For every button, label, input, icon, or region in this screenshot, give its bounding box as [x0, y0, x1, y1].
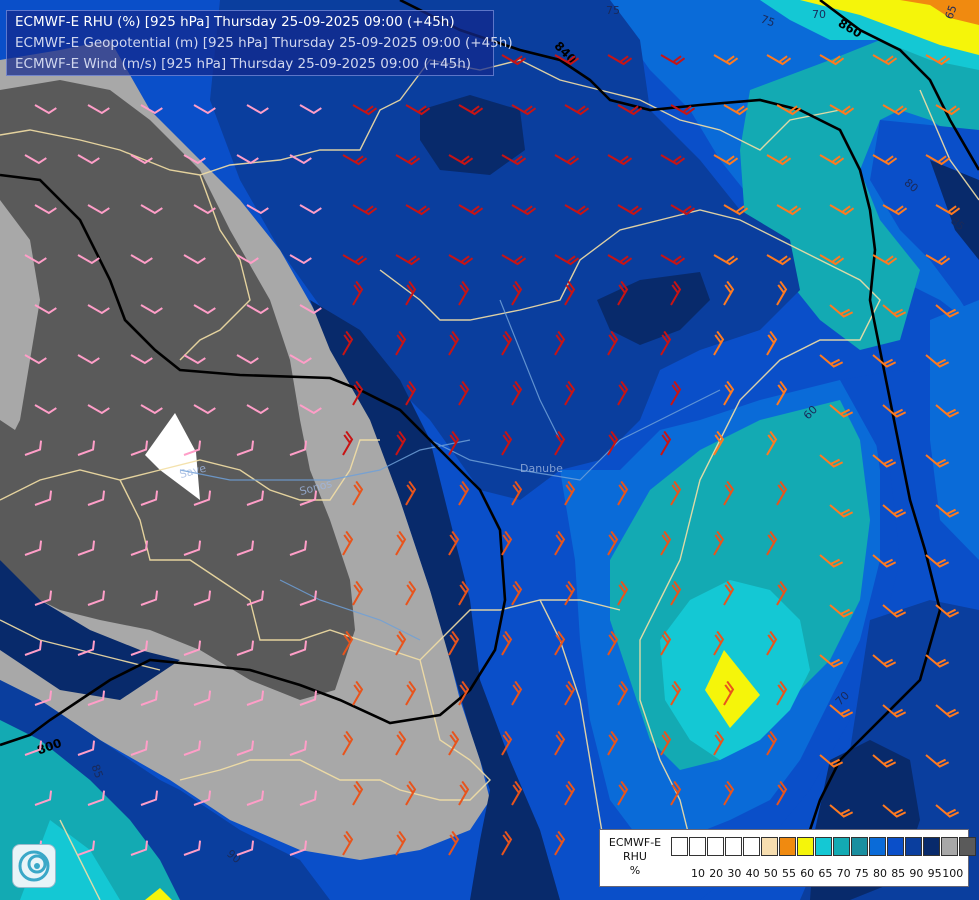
title-wind: ECMWF-E Wind (m/s) [925 hPa] Thursday 25… [15, 56, 472, 72]
legend-tick-label: 80 [873, 867, 887, 880]
legend-swatch [779, 837, 796, 856]
legend-swatch [797, 837, 814, 856]
legend-swatch [743, 837, 760, 856]
legend-swatch [689, 837, 706, 856]
legend-title-line2: RHU [623, 850, 647, 863]
legend-swatch [761, 837, 778, 856]
legend-title-line1: ECMWF-E [608, 836, 662, 849]
legend-tick-label: 30 [727, 867, 742, 880]
legend-swatch [887, 837, 904, 856]
legend-swatch [905, 837, 922, 856]
legend-tick-label: 10 [691, 867, 705, 880]
ecmwf-logo-icon [12, 844, 56, 888]
legend-tick-label: 70 [836, 867, 851, 880]
legend-swatch [815, 837, 832, 856]
legend-tick-label: 100 [942, 867, 964, 880]
legend-ticks: 10 20 30 40 50 55 60 65 70 75 80 85 90 95 100 [671, 867, 971, 881]
title-geopotential: ECMWF-E Geopotential (m) [925 hPa] Thurs… [15, 35, 513, 51]
title-rhu: ECMWF-E RHU (%) [925 hPa] Thursday 25-09… [15, 14, 455, 30]
river-label: Danube [520, 462, 563, 475]
rhu-map: 840 860 800 80 85 75 75 70 65 60 70 85 9… [0, 0, 979, 900]
legend-swatch [959, 837, 976, 856]
map-title-box: ECMWF-E RHU (%) [925 hPa] Thursday 25-09… [6, 10, 513, 76]
legend-swatch [851, 837, 868, 856]
legend-swatch [707, 837, 724, 856]
rh-label: 70 [812, 8, 826, 21]
legend-tick-label: 75 [854, 867, 869, 880]
legend-tick-label: 85 [891, 867, 906, 880]
legend-tick-label: 65 [818, 867, 833, 880]
legend-swatches [671, 837, 977, 856]
legend-tick-label: 95 [927, 867, 942, 880]
legend-tick-label: 40 [745, 867, 760, 880]
legend-tick-label: 90 [909, 867, 924, 880]
legend-tick-label: 55 [782, 867, 796, 880]
legend-swatch [923, 837, 940, 856]
legend-tick-label: 60 [800, 867, 815, 880]
legend-swatch [725, 837, 742, 856]
legend-title: ECMWF-E RHU % [603, 836, 667, 878]
legend-tick-label: 50 [763, 867, 778, 880]
legend-swatch [869, 837, 886, 856]
legend-title-line3: % [629, 864, 641, 877]
legend-tick-label: 20 [709, 867, 724, 880]
rh-label: 75 [606, 4, 620, 17]
legend-swatch [671, 837, 688, 856]
legend-swatch [833, 837, 850, 856]
legend-swatch [941, 837, 958, 856]
rhu-legend: ECMWF-E RHU % 10 20 30 40 50 55 60 65 70 75 80 85 90… [599, 829, 976, 887]
